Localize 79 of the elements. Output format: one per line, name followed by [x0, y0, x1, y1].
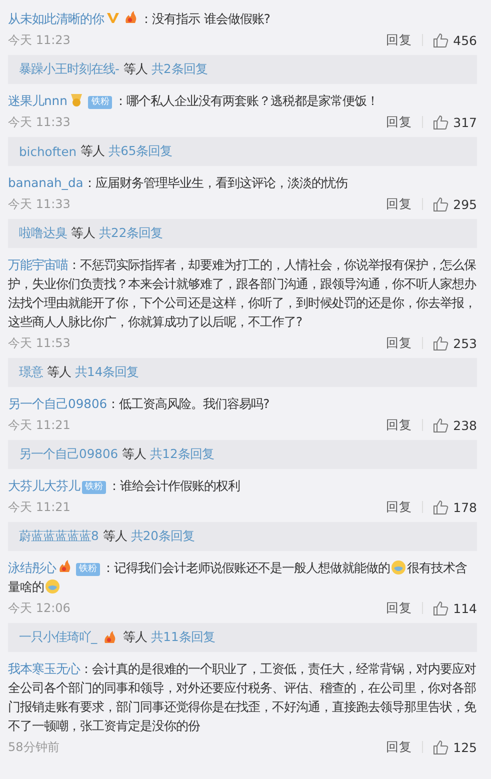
reply-author[interactable]: 啦噜达臭 — [19, 225, 67, 242]
comment-text: 万能宇宙喵：不惩罚实际指挥者，却要难为打工的，人情社会，你说举报有保护，怎么保护，失业你们负责找？本来会计就够难了，跟各部门沟通，跟领导沟通，你不听人家想办法找个理由就能开了你，下个公司还是这样，你听了，到时候处罚的还是你，你去举报，这些商人人脉比你广，你就算成功了以后呢，不工作了? — [8, 257, 477, 331]
like-button[interactable]: 253 — [433, 336, 477, 350]
comment-time: 今天 11:21 — [8, 416, 72, 434]
comment-author[interactable]: 我本寒玉无心 — [8, 662, 80, 676]
reply-count-link[interactable]: 共65条回复 — [108, 143, 172, 160]
reply-author[interactable]: bichoften — [19, 144, 77, 158]
reply-author[interactable]: 璟意 — [19, 364, 43, 381]
like-button[interactable]: 238 — [433, 418, 477, 432]
thumbs-up-icon — [433, 336, 450, 350]
comment-time: 58分钟前 — [8, 738, 60, 756]
flame-icon — [103, 631, 118, 644]
comment-text: 泳结彤心 铁粉 ：记得我们会计老师说假账还不是一般人想做就能做的 很有技术含量啥的 — [8, 559, 468, 596]
reply-link[interactable]: 回复 — [386, 32, 412, 48]
like-button[interactable]: 295 — [433, 196, 477, 212]
vip-icon — [106, 12, 120, 24]
comment-time: 今天 11:53 — [8, 334, 72, 352]
emoji-icon — [391, 560, 406, 575]
comment-author[interactable]: 另一个自己09806 — [8, 397, 108, 411]
like-button[interactable]: 456 — [433, 32, 477, 48]
like-button[interactable]: 114 — [433, 600, 477, 616]
reply-count-link[interactable]: 共14条回复 — [75, 364, 139, 381]
others-label: 等人 — [102, 528, 127, 545]
thumbs-up-icon — [433, 418, 450, 432]
emoji-icon — [45, 579, 60, 594]
like-button[interactable]: 317 — [433, 114, 477, 130]
fan-badge: 铁粉 — [82, 481, 106, 494]
thumbs-up-icon — [433, 600, 450, 616]
reply-link[interactable]: 回复 — [386, 196, 412, 212]
comment-text: bananah_da：应届财务管理毕业生，看到这评论，淡淡的忧伤 — [8, 175, 348, 192]
others-label: 等人 — [123, 629, 148, 646]
medal-icon — [69, 93, 84, 107]
others-label: 等人 — [122, 446, 146, 463]
reply-link[interactable]: 回复 — [386, 600, 412, 616]
reply-count-link[interactable]: 共11条回复 — [151, 629, 215, 646]
thumbs-up-icon — [433, 114, 450, 130]
flame-icon — [58, 560, 72, 573]
flame-icon — [124, 11, 138, 24]
comment-time: 今天 11:23 — [8, 32, 72, 48]
like-button[interactable]: 125 — [433, 740, 477, 754]
thumbs-up-icon — [433, 500, 450, 514]
reply-author[interactable]: 另一个自己09806 — [19, 446, 118, 463]
thumbs-up-icon — [433, 32, 450, 48]
comment-author[interactable]: 泳结彤心 — [8, 561, 56, 575]
reply-count-link[interactable]: 共2条回复 — [151, 61, 208, 78]
comment-author[interactable]: 从未如此清晰的你 — [8, 12, 104, 26]
reply-count-link[interactable]: 共20条回复 — [130, 528, 194, 545]
thumbs-up-icon — [433, 196, 450, 212]
reply-link[interactable]: 回复 — [386, 498, 412, 516]
comment-time: 今天 12:06 — [8, 600, 72, 616]
reply-author[interactable]: 暴躁小王时刻在线- — [19, 61, 120, 78]
comment-author[interactable]: 大芬儿大芬儿 — [8, 479, 80, 493]
reply-link[interactable]: 回复 — [386, 334, 412, 352]
others-label: 等人 — [123, 61, 148, 78]
reply-count-link[interactable]: 共12条回复 — [150, 446, 214, 463]
reply-count-link[interactable]: 共22条回复 — [99, 225, 163, 242]
fan-badge: 铁粉 — [88, 96, 112, 109]
comment-author[interactable]: bananah_da — [8, 176, 84, 190]
comment-text: 迷果儿nnn 铁粉 ：哪个私人企业没有两套账？逃税都是家常便饭！ — [8, 92, 380, 111]
reply-link[interactable]: 回复 — [386, 416, 412, 434]
thumbs-up-icon — [433, 740, 450, 754]
reply-author[interactable]: 一只小佳琦吖_ — [19, 629, 98, 646]
others-label: 等人 — [80, 143, 105, 160]
fan-badge: 铁粉 — [76, 563, 100, 576]
reply-link[interactable]: 回复 — [386, 738, 412, 756]
comment-text: 从未如此清晰的你 ：没有指示 谁会做假账? — [8, 10, 272, 28]
comment-text: 另一个自己09806：低工资高风险。我们容易吗? — [8, 396, 271, 413]
comment-time: 今天 11:21 — [8, 498, 72, 516]
others-label: 等人 — [47, 364, 71, 381]
comment-time: 今天 11:33 — [8, 114, 72, 130]
reply-author[interactable]: 蔚蓝蓝蓝蓝蓝8 — [19, 528, 99, 545]
comment-author[interactable]: 万能宇宙喵 — [8, 258, 68, 272]
comment-text: 我本寒玉无心：会计真的是很难的一个职业了，工资低，责任大，经常背锅，对内要应对全公司各个部门的同事和领导，对外还要应付税务、评估、稽查的，在公司里，你对各部门报销走账有要求，部门同事还觉得你是在找歪，不好沟通，直接跑去领导那里告状，免不了一顿嘲，张工资肯定是没你的份 — [8, 661, 477, 735]
comment-time: 今天 11:33 — [8, 196, 72, 212]
like-button[interactable]: 178 — [433, 500, 477, 514]
reply-link[interactable]: 回复 — [386, 114, 412, 130]
others-label: 等人 — [71, 225, 95, 242]
comment-author[interactable]: 迷果儿nnn — [8, 94, 68, 108]
comment-text: 大芬儿大芬儿 铁粉 ：谁给会计作假账的权利 — [8, 478, 241, 496]
